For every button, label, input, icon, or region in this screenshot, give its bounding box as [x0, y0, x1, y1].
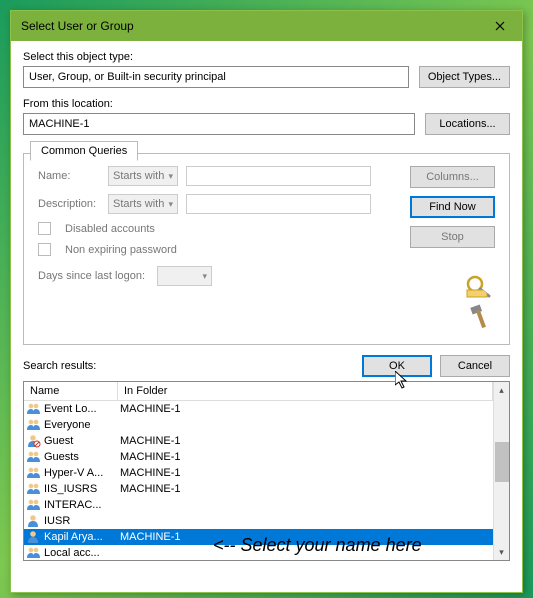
hammer-icon	[469, 304, 495, 330]
cursor-icon	[395, 371, 411, 391]
results-list: Name In Folder Event Lo...MACHINE-1Every…	[23, 381, 510, 561]
stop-button[interactable]: Stop	[410, 226, 495, 248]
desc-input	[186, 194, 371, 214]
bottom-bar: Search results: OK Cancel	[23, 355, 510, 377]
row-name: Hyper-V A...	[44, 467, 120, 479]
location-label: From this location:	[23, 98, 510, 110]
common-queries-group: Common Queries Name: Starts with Descrip…	[23, 153, 510, 345]
table-row[interactable]: IUSR	[24, 513, 493, 529]
description-label: Description:	[38, 198, 100, 210]
search-folder-icon	[465, 274, 495, 298]
locations-button[interactable]: Locations...	[425, 113, 510, 135]
annotation-text: <-- Select your name here	[213, 535, 513, 556]
table-row[interactable]: GuestsMACHINE-1	[24, 449, 493, 465]
table-row[interactable]: IIS_IUSRSMACHINE-1	[24, 481, 493, 497]
columns-button[interactable]: Columns...	[410, 166, 495, 188]
row-folder: MACHINE-1	[120, 483, 181, 495]
object-type-input[interactable]	[23, 66, 409, 88]
side-buttons: Columns... Find Now Stop	[420, 166, 495, 330]
name-label: Name:	[38, 170, 100, 182]
row-folder: MACHINE-1	[120, 451, 181, 463]
days-label: Days since last logon:	[38, 270, 145, 282]
row-folder: MACHINE-1	[120, 467, 181, 479]
group-icon	[26, 546, 42, 560]
row-name: IUSR	[44, 515, 120, 527]
non-expiring-checkbox	[38, 243, 51, 256]
object-type-label: Select this object type:	[23, 51, 510, 63]
group-icon	[26, 498, 42, 512]
results-body[interactable]: Name In Folder Event Lo...MACHINE-1Every…	[24, 382, 493, 560]
titlebar[interactable]: Select User or Group	[11, 11, 522, 41]
days-combo	[157, 266, 212, 286]
disabled-accounts-checkbox	[38, 222, 51, 235]
tab-common-queries[interactable]: Common Queries	[30, 141, 138, 161]
results-header: Name In Folder	[24, 382, 493, 401]
disabled-accounts-label: Disabled accounts	[65, 223, 155, 235]
group-icon	[26, 402, 42, 416]
row-name: Kapil Arya...	[44, 531, 120, 543]
user-icon	[26, 514, 42, 528]
scroll-up-button[interactable]: ▴	[494, 382, 509, 398]
table-row[interactable]: GuestMACHINE-1	[24, 433, 493, 449]
scrollbar[interactable]: ▴ ▾	[493, 382, 509, 560]
window-title: Select User or Group	[21, 19, 480, 33]
row-name: Guest	[44, 435, 120, 447]
dialog-content: Select this object type: Object Types...…	[11, 41, 522, 592]
row-name: Guests	[44, 451, 120, 463]
group-icon	[26, 450, 42, 464]
name-input	[186, 166, 371, 186]
row-folder: MACHINE-1	[120, 435, 181, 447]
col-folder[interactable]: In Folder	[118, 382, 493, 400]
row-folder: MACHINE-1	[120, 403, 181, 415]
close-icon	[495, 21, 505, 31]
user-disabled-icon	[26, 434, 42, 448]
table-row[interactable]: Hyper-V A...MACHINE-1	[24, 465, 493, 481]
location-input[interactable]	[23, 113, 415, 135]
cancel-button[interactable]: Cancel	[440, 355, 510, 377]
desc-match-combo: Starts with	[108, 194, 178, 214]
group-icon	[26, 466, 42, 480]
table-row[interactable]: Event Lo...MACHINE-1	[24, 401, 493, 417]
object-types-button[interactable]: Object Types...	[419, 66, 510, 88]
close-button[interactable]	[480, 14, 520, 38]
name-match-combo: Starts with	[108, 166, 178, 186]
search-results-label: Search results:	[23, 360, 354, 372]
col-name[interactable]: Name	[24, 382, 118, 400]
row-name: IIS_IUSRS	[44, 483, 120, 495]
row-name: Local acc...	[44, 547, 120, 559]
row-folder: MACHINE-1	[120, 531, 181, 543]
scroll-thumb[interactable]	[495, 442, 509, 482]
dialog-window: Select User or Group Select this object …	[10, 10, 523, 593]
group-icon	[26, 418, 42, 432]
table-row[interactable]: INTERAC...	[24, 497, 493, 513]
row-name: Event Lo...	[44, 403, 120, 415]
query-form: Name: Starts with Description: Starts wi…	[38, 166, 408, 330]
find-now-button[interactable]: Find Now	[410, 196, 495, 218]
row-name: Everyone	[44, 419, 120, 431]
non-expiring-label: Non expiring password	[65, 244, 177, 256]
row-name: INTERAC...	[44, 499, 120, 511]
group-icon	[26, 482, 42, 496]
user-icon	[26, 530, 42, 544]
table-row[interactable]: Everyone	[24, 417, 493, 433]
